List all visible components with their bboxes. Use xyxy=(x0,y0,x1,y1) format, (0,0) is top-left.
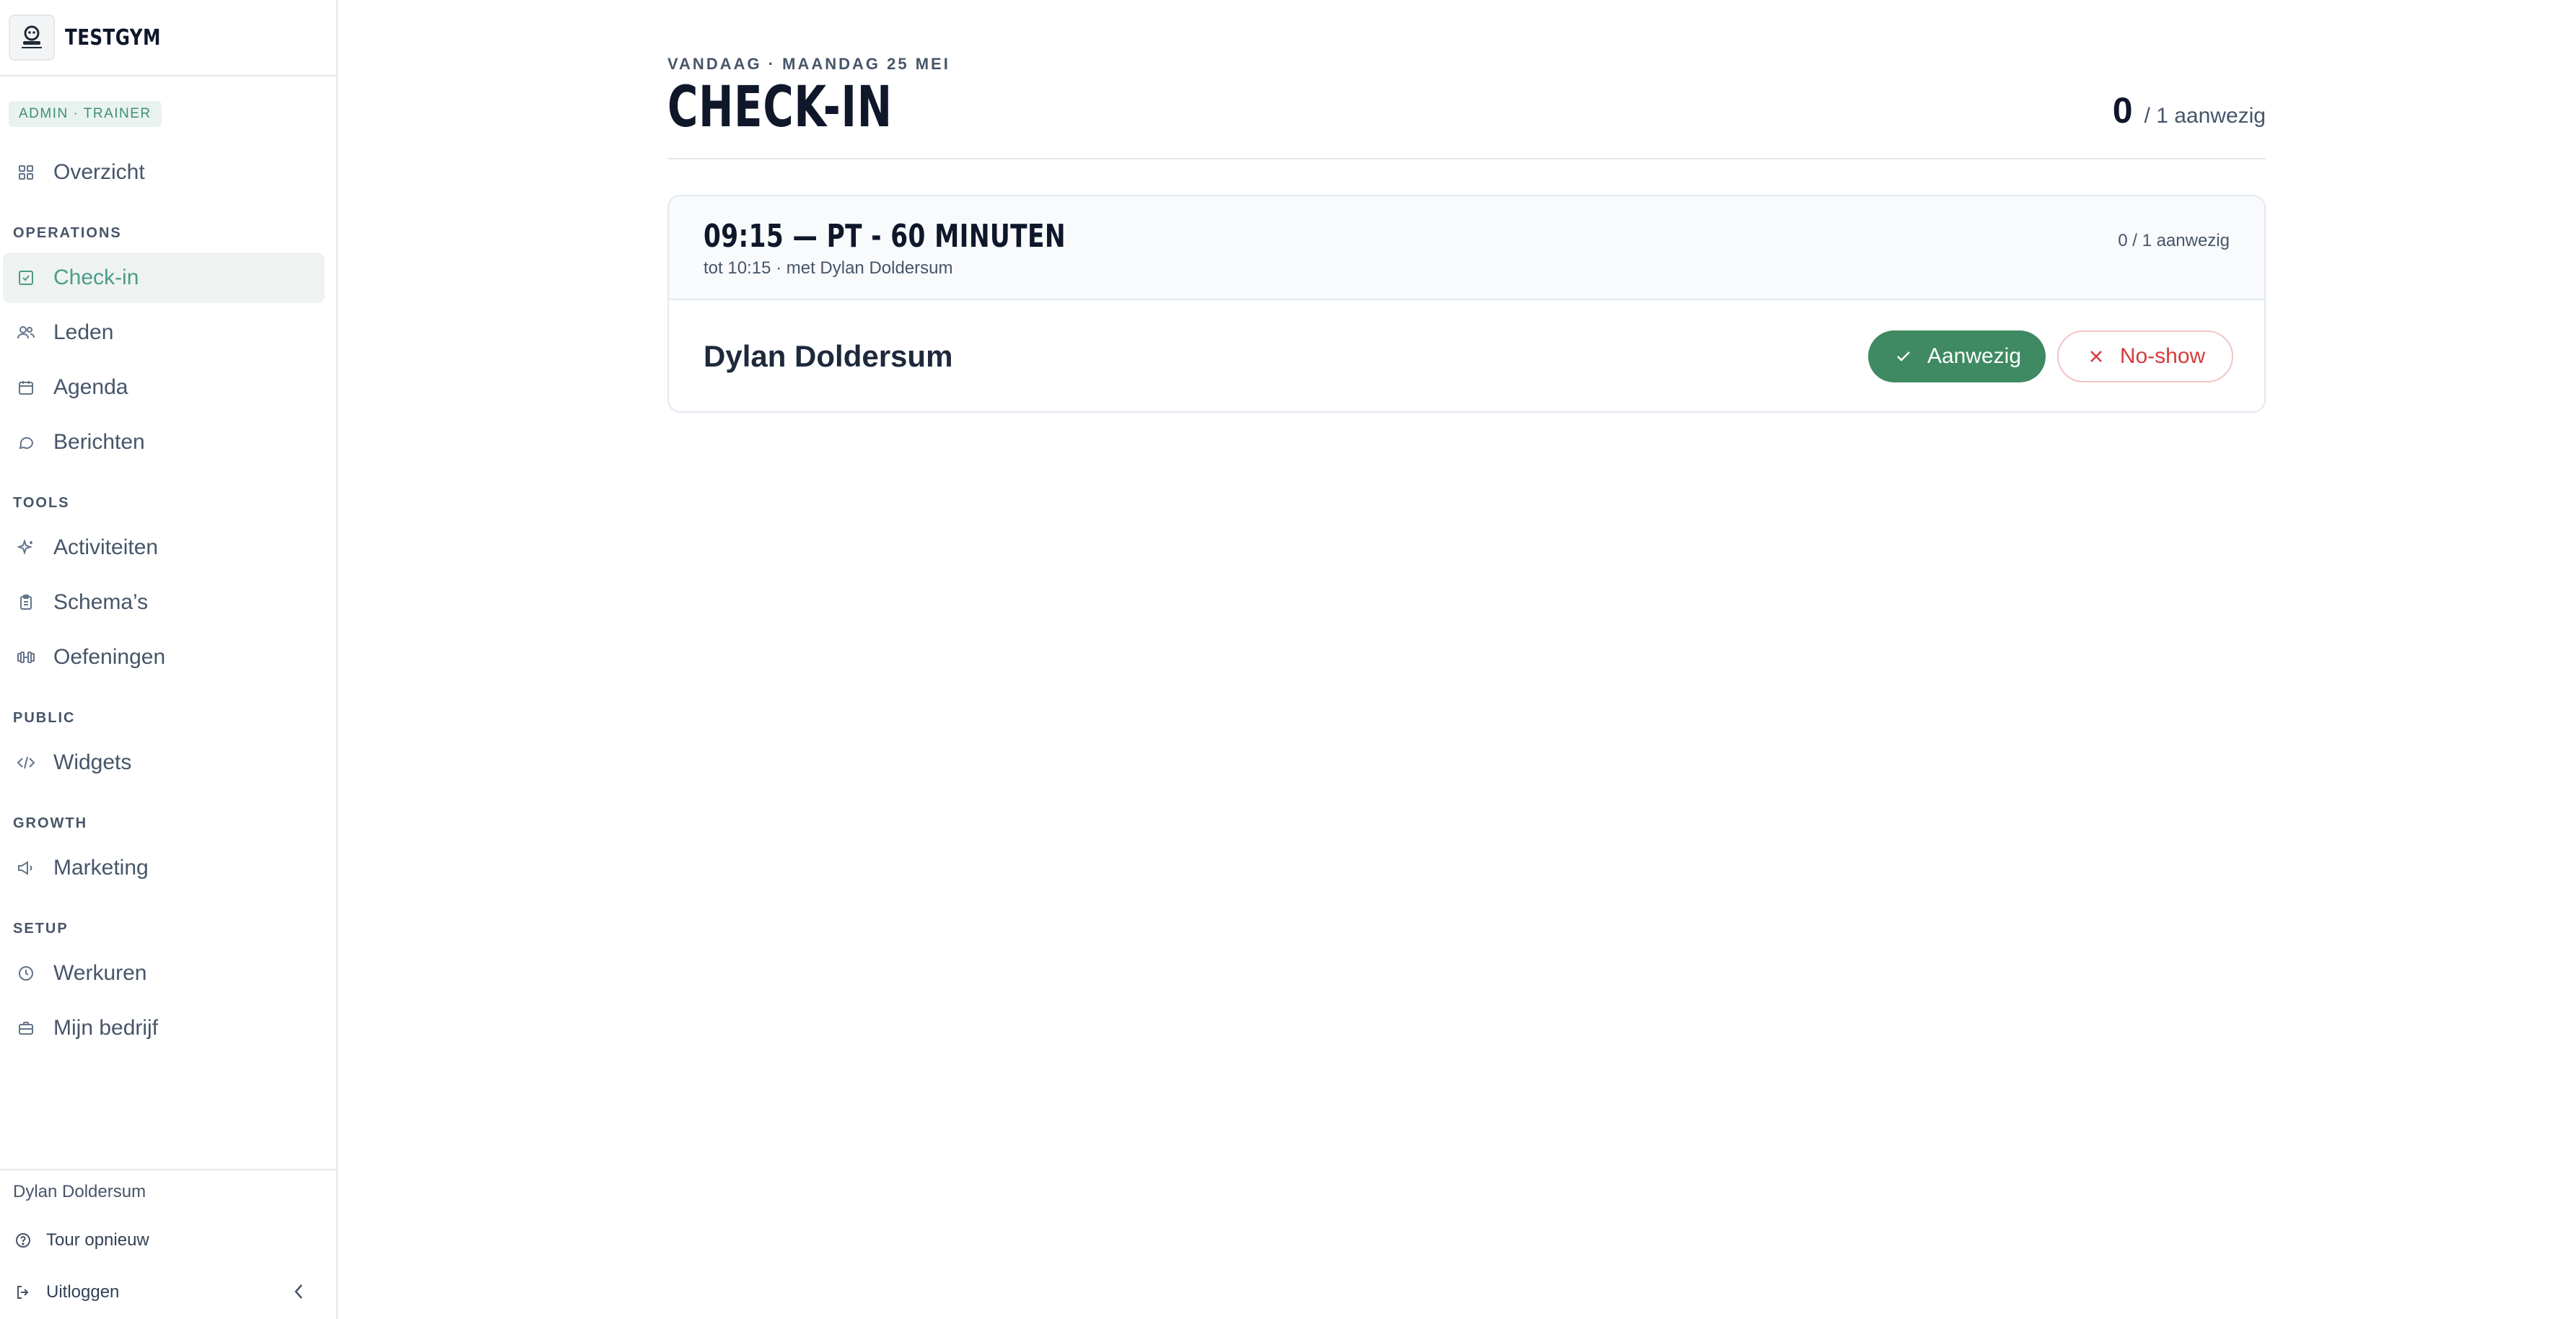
sidebar-item-label: Overzicht xyxy=(53,160,145,184)
section-label-growth: GROWTH xyxy=(13,815,88,831)
close-icon xyxy=(2085,346,2107,367)
clipboard-icon xyxy=(16,592,36,613)
sidebar-item-check-in[interactable]: Check-in xyxy=(3,253,325,303)
sidebar-item-mijn-bedrijf[interactable]: Mijn bedrijf xyxy=(3,1003,325,1053)
mark-present-label: Aanwezig xyxy=(1927,344,2022,368)
check-square-icon xyxy=(16,268,36,288)
sidebar-item-label: Activiteiten xyxy=(53,535,159,559)
tour-restart-label: Tour opnieuw xyxy=(46,1230,149,1250)
clock-icon xyxy=(16,963,36,983)
present-total: / 1 aanwezig xyxy=(2144,104,2266,128)
message-icon xyxy=(16,432,36,452)
sidebar-item-label: Schema’s xyxy=(53,590,149,614)
session-title: 09:15 — PT - 60 MINUTEN xyxy=(704,218,1066,255)
sidebar-item-marketing[interactable]: Marketing xyxy=(3,843,325,893)
divider xyxy=(667,158,2266,159)
section-label-operations: OPERATIONS xyxy=(13,225,122,241)
sidebar-item-label: Check-in xyxy=(53,266,139,289)
session-card: 09:15 — PT - 60 MINUTEN tot 10:15 · met … xyxy=(667,195,2266,413)
brand[interactable]: TESTGYM xyxy=(0,0,336,76)
sidebar-item-label: Widgets xyxy=(53,750,132,774)
briefcase-icon xyxy=(16,1018,36,1038)
sidebar-item-label: Agenda xyxy=(53,375,128,399)
sidebar-item-widgets[interactable]: Widgets xyxy=(3,737,325,788)
tour-restart-button[interactable]: Tour opnieuw xyxy=(13,1222,149,1258)
attendance-summary: 0 / 1 aanwezig xyxy=(2113,89,2266,131)
section-label-tools: TOOLS xyxy=(13,495,70,511)
sidebar-item-activiteiten[interactable]: Activiteiten xyxy=(3,522,325,573)
mark-noshow-label: No-show xyxy=(2119,344,2206,368)
present-count: 0 xyxy=(2112,90,2133,131)
dumbbell-icon xyxy=(16,647,36,667)
sidebar-item-schemas[interactable]: Schema’s xyxy=(3,577,325,628)
current-user-name: Dylan Doldersum xyxy=(13,1182,146,1201)
sidebar-item-label: Marketing xyxy=(53,856,149,880)
sidebar-item-werkuren[interactable]: Werkuren xyxy=(3,948,325,999)
date-line: VANDAAG · MAANDAG 25 MEI xyxy=(667,55,950,73)
calendar-icon xyxy=(16,377,36,398)
sidebar-item-overzicht[interactable]: Overzicht xyxy=(3,147,325,198)
gym-logo xyxy=(9,14,55,61)
sidebar-item-label: Mijn bedrijf xyxy=(53,1016,159,1040)
mark-noshow-button[interactable]: No-show xyxy=(2057,330,2233,382)
sidebar-item-label: Leden xyxy=(53,320,114,344)
role-badge: ADMIN · TRAINER xyxy=(9,101,162,127)
sidebar-item-berichten[interactable]: Berichten xyxy=(3,417,325,468)
sidebar-item-leden[interactable]: Leden xyxy=(3,307,325,358)
brand-name: TESTGYM xyxy=(65,25,161,51)
sidebar-item-agenda[interactable]: Agenda xyxy=(3,362,325,413)
sidebar-item-label: Werkuren xyxy=(53,961,147,985)
session-attendance-count: 0 / 1 aanwezig xyxy=(2118,231,2230,250)
sidebar: TESTGYM ADMIN · TRAINER Overzicht OPERAT… xyxy=(0,0,338,1319)
check-icon xyxy=(1893,346,1914,367)
sidebar-item-oefeningen[interactable]: Oefeningen xyxy=(3,632,325,683)
attendee-row: Dylan Doldersum Aanwezig No-show xyxy=(669,300,2264,411)
section-label-setup: SETUP xyxy=(13,921,69,937)
chevron-left-icon xyxy=(292,1282,305,1305)
sidebar-item-label: Oefeningen xyxy=(53,645,166,669)
section-label-public: PUBLIC xyxy=(13,710,76,726)
code-icon xyxy=(16,753,36,773)
sidebar-item-label: Berichten xyxy=(53,430,145,454)
logout-button[interactable]: Uitloggen xyxy=(13,1274,119,1310)
logout-icon xyxy=(13,1282,33,1302)
logout-label: Uitloggen xyxy=(46,1282,120,1302)
page-title: CHECK-IN xyxy=(667,75,893,140)
mark-present-button[interactable]: Aanwezig xyxy=(1868,330,2046,382)
session-header: 09:15 — PT - 60 MINUTEN tot 10:15 · met … xyxy=(669,196,2264,300)
collapse-sidebar-button[interactable] xyxy=(286,1279,312,1307)
attendee-name: Dylan Doldersum xyxy=(704,339,953,373)
sparkle-icon xyxy=(16,538,36,558)
grid-icon xyxy=(16,162,36,183)
megaphone-icon xyxy=(16,858,36,878)
help-circle-icon xyxy=(13,1230,33,1250)
session-subtitle: tot 10:15 · met Dylan Doldersum xyxy=(704,258,953,278)
users-icon xyxy=(16,323,36,343)
